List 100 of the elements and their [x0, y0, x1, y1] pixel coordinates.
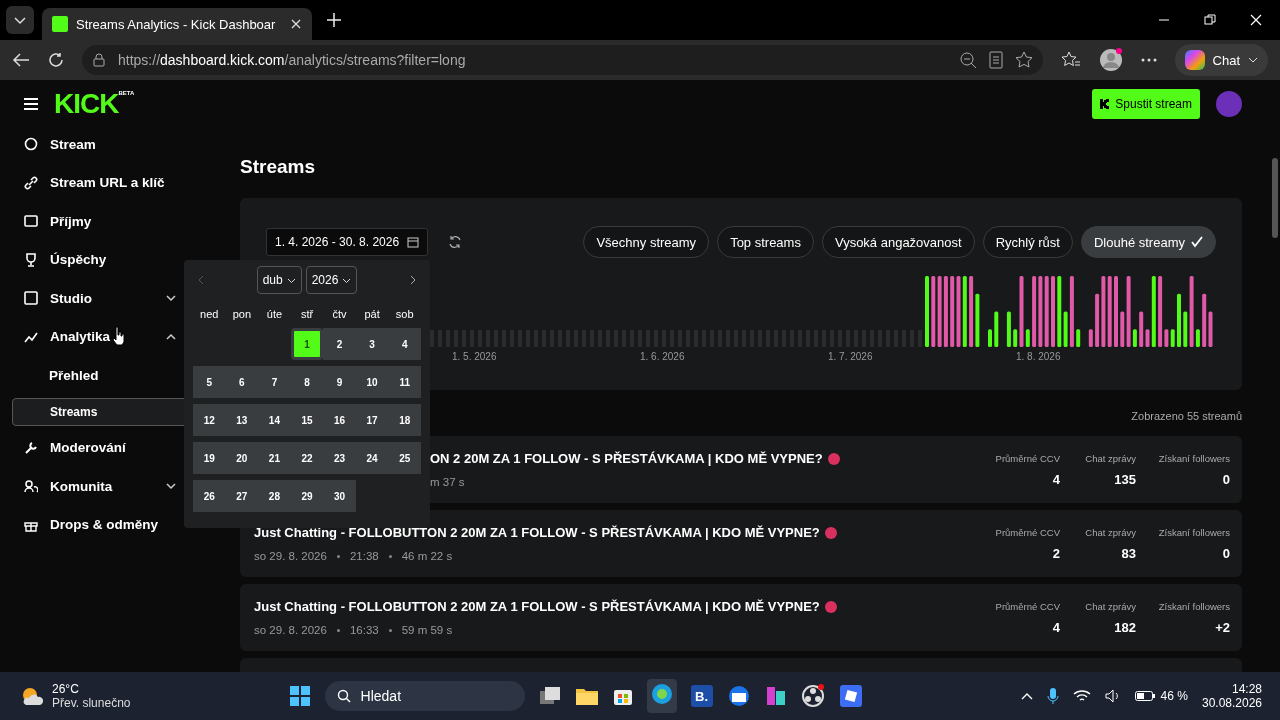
address-bar[interactable]: https://dashboard.kick.com/analytics/streams?filter=long	[82, 45, 1043, 75]
tab-list-button[interactable]	[6, 6, 34, 34]
chevron-up-icon[interactable]	[1020, 692, 1033, 700]
browser-tab[interactable]: Streams Analytics - Kick Dashboar	[42, 8, 312, 40]
calendar-day[interactable]: 4	[388, 328, 421, 360]
start-stream-button[interactable]: Spustit stream	[1092, 89, 1200, 119]
calendar-day[interactable]: 17	[355, 404, 389, 436]
reader-icon[interactable]	[988, 51, 1003, 69]
calendar-day[interactable]: 16	[323, 404, 356, 436]
mail-icon[interactable]	[726, 685, 751, 707]
stream-card[interactable]: Just Chatting - FOLLOBUTTON 2 20M ZA 1 FOLLOW - S PŘESTÁVKAMA | KDO MĚ VYPNE? so 29. 8. 2026 21:38 46 m 22 s Průměrné CCV 2 Chat zprávy 83 Získaní followers 0	[240, 510, 1242, 577]
favorites-icon[interactable]	[1060, 51, 1081, 69]
stream-meta: 16:33	[349, 624, 379, 636]
refresh-icon[interactable]	[448, 235, 463, 249]
chat-button[interactable]: Chat	[1174, 44, 1268, 76]
calendar-day[interactable]: 19	[193, 442, 226, 474]
filter-chip[interactable]: Všechny streamy	[583, 226, 710, 258]
calendar-day[interactable]: 3	[355, 328, 389, 360]
stat-value: 182	[1114, 619, 1136, 635]
user-avatar[interactable]	[1216, 91, 1242, 117]
battery-indicator[interactable]: 46 %	[1134, 689, 1188, 703]
calendar-day[interactable]: 22	[290, 442, 324, 474]
stat-label: Získaní followers	[1158, 526, 1230, 538]
windows-start-icon[interactable]	[288, 685, 311, 707]
date-range-field[interactable]: 1. 4. 2026 - 30. 8. 2026	[266, 228, 429, 256]
sidebar-item[interactable]: Stream	[12, 128, 188, 161]
calendar-day[interactable]: 27	[225, 480, 259, 512]
calendar-day[interactable]: 18	[388, 404, 421, 436]
calendar-day[interactable]: 20	[225, 442, 259, 474]
filter-chip[interactable]: Rychlý růst	[982, 226, 1073, 258]
calendar-day[interactable]: 12	[193, 404, 226, 436]
calendar-day[interactable]: 11	[388, 366, 421, 398]
calendar-day[interactable]: 8	[290, 366, 324, 398]
calendar-day[interactable]: 30	[323, 480, 356, 512]
back-icon[interactable]	[12, 52, 30, 68]
sidebar-item[interactable]: Drops & odměny	[12, 508, 188, 541]
sidebar-item[interactable]: Příjmy	[12, 205, 188, 238]
zoom-out-icon[interactable]	[958, 51, 977, 69]
calendar-day[interactable]: 21	[258, 442, 291, 474]
sidebar-item[interactable]: Analytika	[12, 320, 188, 353]
calendar-day[interactable]: 5	[193, 366, 226, 398]
month-select[interactable]: dub	[256, 266, 302, 294]
live-dot-icon	[824, 600, 837, 613]
star-icon[interactable]	[1014, 51, 1033, 69]
calendar-day[interactable]: 29	[290, 480, 324, 512]
stream-card[interactable]: Just Chatting - FOLLOBUTTON 2 20M ZA 1 FOLLOW - S PŘESTÁVKAMA | KDO MĚ VYPNE? so 29. 8. 2026 16:33 59 m 59 s Průměrné CCV 4 Chat zprávy 182 Získaní followers +2	[240, 584, 1242, 651]
calendar-day[interactable]: 6	[225, 366, 259, 398]
obs-icon[interactable]	[800, 684, 825, 708]
sidebar-item[interactable]: Stream URL a klíč	[12, 166, 188, 199]
sidebar-item[interactable]: Moderování	[12, 431, 188, 464]
close-icon[interactable]	[290, 18, 302, 30]
wifi-icon[interactable]	[1072, 689, 1091, 703]
weekday-label: úte	[265, 308, 284, 320]
year-select[interactable]: 2026	[305, 266, 358, 294]
sidebar-item[interactable]: Komunita	[12, 470, 188, 503]
speaker-icon[interactable]	[1104, 689, 1121, 703]
filter-chip[interactable]: Vysoká angažovanost	[821, 226, 975, 258]
sidebar-subitem[interactable]: Přehled	[12, 359, 188, 392]
stream-meta: 21:38	[349, 550, 379, 562]
calendar-day[interactable]: 15	[290, 404, 324, 436]
clock[interactable]: 14:28 30.08.2026	[1201, 682, 1262, 710]
calendar-day[interactable]: 26	[193, 480, 226, 512]
sidebar-item[interactable]: Úspěchy	[12, 243, 188, 276]
kick-logo[interactable]: KICK$^{BETA}$	[54, 88, 135, 120]
weekday-label: ned	[199, 308, 220, 320]
stat-label: Chat zprávy	[1085, 452, 1136, 464]
browser-taskbar-button[interactable]	[646, 679, 677, 713]
square-app-icon[interactable]	[838, 684, 863, 708]
task-view-icon[interactable]	[538, 686, 561, 706]
taskbar-search[interactable]: Hledat	[324, 681, 525, 711]
calendar-day[interactable]: 9	[323, 366, 356, 398]
next-month-icon[interactable]	[409, 275, 417, 285]
microphone-icon[interactable]	[1046, 687, 1059, 705]
separator-dot-icon	[388, 628, 392, 632]
new-tab-icon[interactable]	[326, 12, 342, 28]
colorful-app-icon[interactable]	[764, 685, 787, 707]
more-icon[interactable]	[1140, 58, 1157, 62]
menu-icon[interactable]	[24, 98, 38, 110]
profile-avatar-icon[interactable]	[1098, 48, 1123, 72]
filter-chip[interactable]: Top streams	[717, 226, 814, 258]
separator-dot-icon	[336, 628, 340, 632]
reload-icon[interactable]	[48, 52, 64, 68]
restore-icon[interactable]	[1204, 14, 1216, 26]
calendar-day[interactable]: 25	[388, 442, 421, 474]
calendar-day[interactable]: 10	[355, 366, 389, 398]
app-taskbar-button[interactable]: B.	[690, 685, 713, 707]
calendar-day[interactable]: 28	[258, 480, 291, 512]
calendar-day[interactable]: 23	[323, 442, 356, 474]
stat-value: 4	[1052, 619, 1060, 635]
calendar-day[interactable]: 13	[225, 404, 259, 436]
stream-title: Just Chatting - FOLLOBUTTON 2 20M ZA 1 FOLLOW - S PŘESTÁVKAMA | KDO MĚ VYPNE?	[254, 599, 820, 614]
calendar-day[interactable]: 7	[258, 366, 291, 398]
sidebar-item[interactable]: Studio	[12, 282, 188, 315]
calendar-day[interactable]: 14	[258, 404, 291, 436]
folder-icon[interactable]	[574, 686, 599, 706]
calendar-day[interactable]: 24	[355, 442, 389, 474]
calendar-day[interactable]: 1	[290, 328, 324, 360]
calendar-icon	[407, 236, 420, 248]
calendar-day[interactable]: 2	[323, 328, 356, 360]
filter-chip[interactable]: Dlouhé streamy	[1080, 226, 1216, 258]
